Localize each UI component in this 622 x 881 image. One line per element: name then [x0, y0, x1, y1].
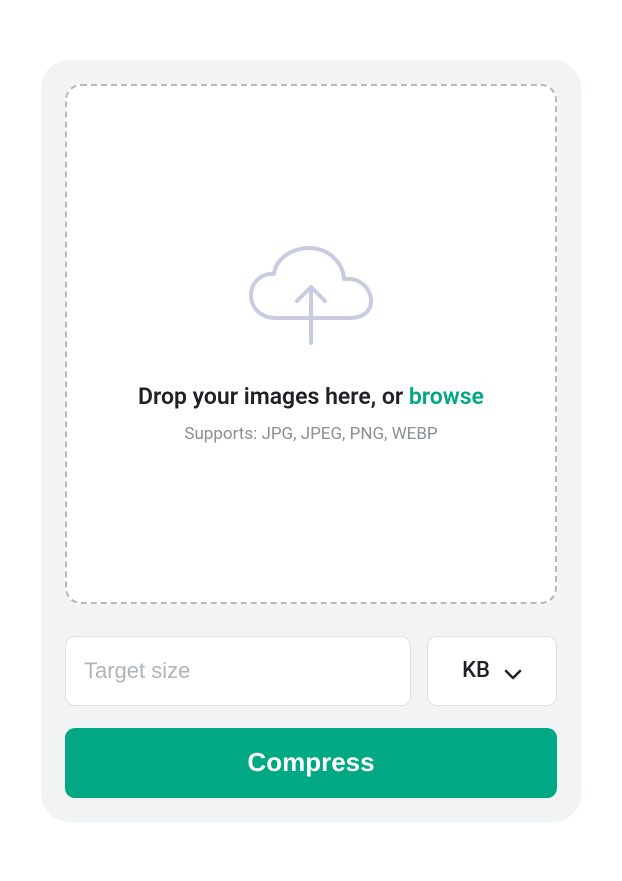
supports-text: Supports: JPG, JPEG, PNG, WEBP	[184, 424, 437, 444]
dropzone[interactable]: Drop your images here, or browse Support…	[65, 84, 557, 604]
drop-text-prefix: Drop your images here, or	[138, 383, 409, 410]
compressor-card: Drop your images here, or browse Support…	[41, 60, 581, 822]
browse-link[interactable]: browse	[409, 383, 484, 410]
unit-select[interactable]: KB	[427, 636, 557, 706]
drop-instruction: Drop your images here, or browse	[138, 383, 484, 410]
controls-row: KB	[65, 636, 557, 706]
unit-label: KB	[462, 658, 490, 683]
target-size-input[interactable]	[65, 636, 411, 706]
chevron-down-icon	[504, 665, 522, 677]
compress-button[interactable]: Compress	[65, 728, 557, 798]
cloud-upload-icon	[241, 243, 381, 353]
